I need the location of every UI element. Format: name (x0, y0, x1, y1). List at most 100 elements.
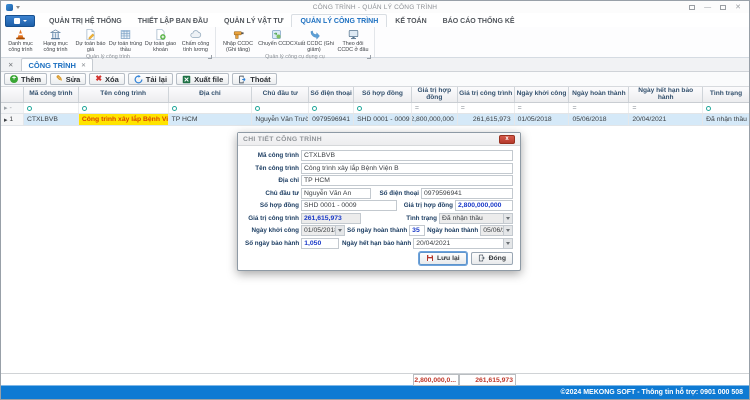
filter-icon (255, 106, 260, 111)
dock-window-icon[interactable] (689, 5, 695, 10)
filter-cell[interactable] (354, 103, 412, 113)
app-menu-button[interactable] (5, 15, 35, 27)
chevron-down-icon[interactable] (503, 239, 512, 248)
ribbon-tab-ke-toan[interactable]: KẾ TOÁN (387, 15, 434, 27)
ribbon-tab-thiet-lap-ban-dau[interactable]: THIẾT LẬP BAN ĐẦU (130, 15, 216, 27)
chevron-down-icon[interactable] (503, 214, 512, 223)
field-label: Tên công trình (245, 165, 299, 172)
filter-cell[interactable]: = (458, 103, 515, 113)
column-header[interactable]: Địa chỉ (169, 87, 253, 102)
dialog-close-button[interactable]: x (499, 135, 515, 144)
dialog-launcher-icon[interactable] (367, 55, 371, 59)
cham-cong-tinh-luong-button[interactable]: Chấm công tính lương (178, 27, 213, 54)
cell-so-dien-thoai[interactable]: 0979596941 (309, 114, 354, 125)
nhap-ccdc-button[interactable]: Nhập CCDC (Ghi tăng) (218, 27, 258, 54)
filter-cell[interactable]: = (412, 103, 458, 113)
column-header[interactable]: Số điện thoại (309, 87, 354, 102)
ten-cong-trinh-field[interactable]: Công trình xây lắp Bệnh Viện B (301, 163, 513, 174)
chevron-down-icon[interactable] (335, 226, 344, 235)
cell-ngay-khoi-cong[interactable]: 01/05/2018 (515, 114, 570, 125)
close-tab-icon[interactable]: ✕ (81, 62, 86, 69)
cell-dia-chi[interactable]: TP HCM (169, 114, 253, 125)
ribbon-tab-quan-ly-cong-trinh[interactable]: QUẢN LÝ CÔNG TRÌNH (291, 14, 387, 27)
filter-cell[interactable] (309, 103, 354, 113)
xuat-file-button[interactable]: Xuất file (176, 73, 229, 85)
ngay-het-han-bao-hanh-picker[interactable]: 20/04/2021 (413, 238, 513, 249)
tai-lai-button[interactable]: Tải lại (128, 73, 173, 85)
window-title: CÔNG TRÌNH - QUẢN LÝ CÔNG TRÌNH (1, 4, 749, 11)
summary-gia-tri-hop-dong: 2,800,000,0... (413, 374, 459, 386)
column-header[interactable]: Giá trị hợp đồng (412, 87, 458, 102)
minimize-button[interactable]: — (704, 4, 711, 11)
so-ngay-bao-hanh-field[interactable]: 1,050 (301, 238, 339, 249)
cell-gia-tri-hop-dong[interactable]: 2,800,000,000 (412, 114, 458, 125)
thoat-button[interactable]: Thoát (232, 73, 276, 85)
theo-doi-ccdc-button[interactable]: Theo dõi CCDC ở đâu (334, 27, 372, 54)
so-hop-dong-field[interactable]: SHD 0001 - 0009 (301, 200, 397, 211)
column-header[interactable]: Mã công trình (24, 87, 79, 102)
cell-chu-dau-tu[interactable]: Nguyễn Văn Trường (252, 114, 309, 125)
ma-cong-trinh-field[interactable]: CTXLBVB (301, 150, 513, 161)
cell-so-hop-dong[interactable]: SHD 0001 - 0009 (354, 114, 412, 125)
column-header[interactable]: Giá trị công trình (458, 87, 515, 102)
filter-cell[interactable]: = (515, 103, 570, 113)
column-header[interactable]: Ngày khởi công (515, 87, 570, 102)
gia-tri-hop-dong-field[interactable]: 2,800,000,000 (455, 200, 513, 211)
filter-cell[interactable] (252, 103, 309, 113)
chevron-down-icon[interactable] (503, 226, 512, 235)
chu-dau-tu-field[interactable]: Nguyễn Văn An (301, 188, 371, 199)
so-ngay-hoan-thanh-field[interactable]: 35 (409, 225, 425, 236)
grid-summary-row: 2,800,000,0... 261,615,973 (1, 373, 749, 385)
chuyen-ccdc-button[interactable]: Chuyển CCDC (258, 27, 294, 54)
cell-ngay-hoan-thanh[interactable]: 05/06/2018 (569, 114, 629, 125)
cell-ngay-het-han-bao-hanh[interactable]: 20/04/2021 (629, 114, 703, 125)
xoa-button[interactable]: ✖ Xóa (89, 73, 124, 85)
column-header[interactable]: Tên công trình (79, 87, 169, 102)
maximize-button[interactable] (720, 5, 726, 10)
filter-cell[interactable]: = (569, 103, 629, 113)
ngay-hoan-thanh-picker[interactable]: 05/06/2018 (480, 225, 513, 236)
ribbon-tab-quan-tri-he-thong[interactable]: QUẢN TRỊ HỆ THỐNG (41, 15, 130, 27)
sua-button[interactable]: ✎ Sửa (50, 73, 86, 85)
ribbon-tab-quan-ly-vat-tu[interactable]: QUẢN LÝ VẬT TƯ (216, 15, 291, 27)
exit-icon (238, 75, 247, 84)
them-button[interactable]: + Thêm (4, 73, 47, 85)
xuat-ccdc-button[interactable]: Xuất CCDC (Ghi giảm) (294, 27, 334, 54)
filter-cell[interactable] (169, 103, 253, 113)
tab-cong-trinh[interactable]: CÔNG TRÌNH ✕ (21, 58, 93, 71)
close-button[interactable]: ✕ (735, 4, 741, 11)
dia-chi-field[interactable]: TP HCM (301, 175, 513, 186)
hang-muc-cong-trinh-button[interactable]: Hạng mục công trình (38, 27, 73, 54)
cell-ma-cong-trinh[interactable]: CTXLBVB (24, 114, 79, 125)
dialog-launcher-icon[interactable] (208, 55, 212, 59)
filter-cell[interactable] (24, 103, 79, 113)
column-header[interactable]: Chủ đầu tư (252, 87, 309, 102)
du-toan-giao-khoan-button[interactable]: Dự toán giao khoán (143, 27, 178, 54)
close-all-tabs-icon[interactable]: ✕ (4, 61, 17, 71)
grid-filter-row: ▸- = = = = = (1, 103, 749, 114)
cell-tinh-trang[interactable]: Đã nhận thầu (703, 114, 749, 125)
column-header[interactable]: Ngày hết hạn bảo hành (629, 87, 703, 102)
filter-cell[interactable] (79, 103, 169, 113)
cell-gia-tri-cong-trinh[interactable]: 261,615,973 (458, 114, 515, 125)
ngay-khoi-cong-picker[interactable]: 01/05/2018 (301, 225, 345, 236)
filter-cell[interactable]: = (629, 103, 703, 113)
status-bar: ©2024 MEKONG SOFT - Thông tin hỗ trợ: 09… (1, 385, 749, 399)
ribbon-tab-bao-cao-thong-ke[interactable]: BÁO CÁO THỐNG KÊ (435, 15, 523, 27)
chevron-down-icon (23, 20, 27, 22)
column-header[interactable]: Số hợp đồng (354, 87, 412, 102)
tinh-trang-select[interactable]: Đã nhận thầu (439, 213, 513, 224)
cell-ten-cong-trinh[interactable]: Công trình xây lắp Bệnh Viện B (79, 114, 169, 125)
table-row[interactable]: ▸1 CTXLBVB Công trình xây lắp Bệnh Viện … (1, 114, 749, 126)
dong-button[interactable]: Đóng (471, 252, 513, 265)
luu-lai-button[interactable]: Lưu lại (419, 252, 467, 265)
column-header[interactable]: Tình trạng (703, 87, 749, 102)
danh-muc-cong-trinh-button[interactable]: Danh mục công trình (3, 27, 38, 54)
so-dien-thoai-field[interactable]: 0979596941 (421, 188, 513, 199)
filter-cell[interactable] (703, 103, 749, 113)
field-label: Tình trạng (363, 215, 437, 222)
gia-tri-cong-trinh-field[interactable]: 261,615,973 (301, 213, 361, 224)
du-toan-trung-thau-button[interactable]: Dự toán trúng thầu (108, 27, 143, 54)
du-toan-bao-gia-button[interactable]: Dự toán báo giá (73, 27, 108, 54)
column-header[interactable]: Ngày hoàn thành (569, 87, 629, 102)
